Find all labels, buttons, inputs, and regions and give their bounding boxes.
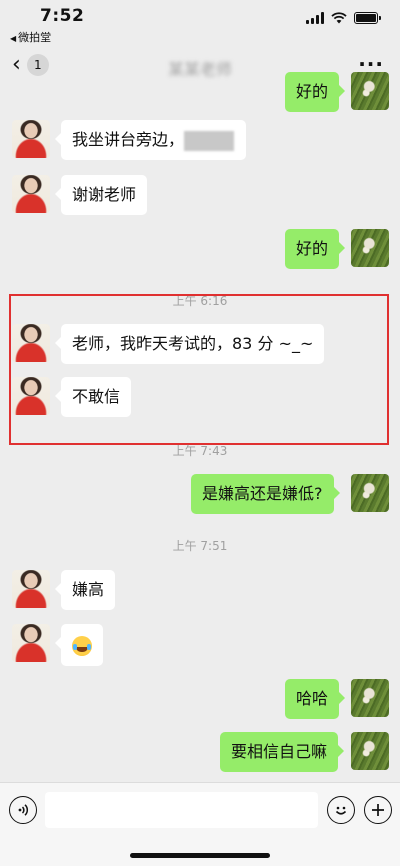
contact-avatar[interactable] <box>12 120 50 158</box>
smiley-icon <box>335 806 347 815</box>
my-avatar[interactable] <box>351 679 389 717</box>
status-icons <box>306 12 381 24</box>
my-avatar[interactable] <box>351 474 389 512</box>
message-bubble-sent[interactable]: 要相信自己嘛 <box>220 732 345 772</box>
message-bubble-received[interactable]: 老师，我昨天考试的，83 分 ~_~ <box>54 324 325 364</box>
message-bubble-sent[interactable]: 是嫌高还是嫌低? <box>191 474 339 514</box>
message-timestamp: 上午 7:43 <box>172 444 228 458</box>
highlight-box <box>9 294 389 445</box>
message-text: 我坐讲台旁边， <box>72 130 185 149</box>
more-functions-button[interactable] <box>364 796 392 824</box>
message-bubble-received[interactable]: 嫌高 <box>54 570 116 610</box>
home-indicator[interactable] <box>130 853 270 858</box>
message-bubble-sent[interactable]: 哈哈 <box>285 679 346 719</box>
message-timestamp: 上午 7:51 <box>172 539 228 553</box>
message-text-input[interactable] <box>45 792 318 828</box>
cellular-signal-icon <box>306 12 324 24</box>
message-bubble-sent[interactable]: 好的 <box>285 229 346 269</box>
back-app-label: 微拍堂 <box>18 31 52 44</box>
message-bubble-received[interactable]: 谢谢老师 <box>54 175 148 215</box>
unread-count-badge: 1 <box>26 54 49 76</box>
contact-avatar[interactable] <box>12 570 50 608</box>
my-avatar[interactable] <box>351 72 389 110</box>
laughing-tears-emoji-icon <box>72 635 92 656</box>
message-bubble-received[interactable] <box>55 624 103 666</box>
voice-icon <box>18 804 29 816</box>
redacted-block <box>184 130 235 151</box>
chevron-left-icon: ‹ <box>12 52 21 77</box>
plus-icon <box>372 804 384 816</box>
back-to-app-link[interactable]: ◀ 微拍堂 <box>10 29 51 45</box>
my-avatar[interactable] <box>351 229 389 267</box>
back-triangle-icon: ◀ <box>10 34 17 43</box>
contact-avatar[interactable] <box>12 624 50 662</box>
message-bubble-sent[interactable]: 好的 <box>285 72 346 112</box>
contact-avatar[interactable] <box>12 377 50 415</box>
contact-avatar[interactable] <box>12 175 50 213</box>
message-bubble-received[interactable]: 我坐讲台旁边， <box>55 120 246 160</box>
my-avatar[interactable] <box>351 732 389 770</box>
chat-header: ‹ 1 某某老师 ··· <box>0 46 400 86</box>
chat-title: 某某老师 <box>167 60 232 79</box>
chat-message-list[interactable]: 好的 我坐讲台旁边， 谢谢老师 好的 上午 6:16 老师，我昨天考试的，83 … <box>0 72 400 782</box>
emoji-button[interactable] <box>327 796 355 824</box>
status-bar: 7:52 ◀ 微拍堂 <box>0 0 400 46</box>
contact-avatar[interactable] <box>12 324 50 362</box>
message-bubble-received[interactable]: 不敢信 <box>54 377 132 417</box>
battery-icon <box>354 12 381 24</box>
status-time: 7:52 <box>40 6 85 26</box>
voice-input-button[interactable] <box>9 796 37 824</box>
wifi-icon <box>331 12 347 24</box>
back-button[interactable]: ‹ 1 <box>12 54 49 76</box>
